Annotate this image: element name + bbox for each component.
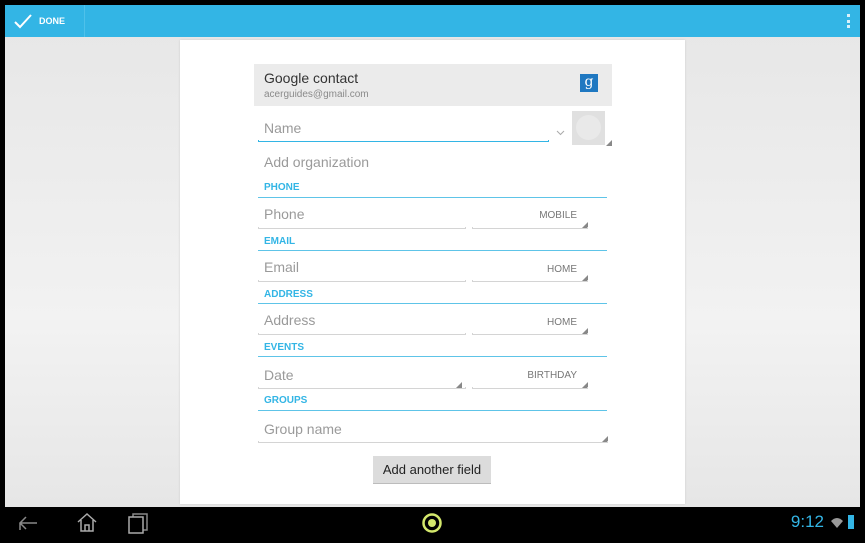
email-header: EMAIL [264, 236, 296, 247]
event-type-select[interactable]: BIRTHDAY [472, 370, 577, 381]
wifi-icon [831, 518, 843, 528]
back-icon[interactable] [17, 513, 39, 533]
app-launcher-icon[interactable] [421, 512, 443, 534]
navigation-bar: 9:12 [5, 507, 860, 538]
phone-input[interactable]: Phone [264, 206, 304, 222]
account-email: acerguides@gmail.com [264, 89, 369, 100]
add-organization[interactable]: Add organization [264, 154, 369, 170]
clock: 9:12 [790, 512, 824, 531]
divider [258, 250, 607, 251]
underline [258, 441, 608, 443]
divider [258, 303, 607, 304]
google-icon: g [580, 74, 598, 92]
account-type: Google contact [264, 70, 359, 86]
underline [258, 333, 466, 335]
group-name-input[interactable]: Group name [264, 421, 342, 437]
photo-dropdown-icon [606, 140, 612, 146]
divider [258, 197, 607, 198]
date-input[interactable]: Date [264, 367, 294, 383]
battery-icon [848, 515, 854, 529]
divider [258, 410, 607, 411]
address-input[interactable]: Address [264, 312, 315, 328]
home-icon[interactable] [76, 511, 98, 533]
underline [472, 333, 588, 335]
contact-editor-card: Google contact acerguides@gmail.com g Na… [180, 40, 685, 504]
underline [258, 280, 466, 282]
done-label: DONE [39, 16, 66, 26]
chevron-down-icon[interactable] [556, 130, 565, 136]
name-underline [258, 140, 549, 142]
contact-photo[interactable] [572, 111, 605, 145]
phone-header: PHONE [264, 182, 300, 193]
email-type-select[interactable]: HOME [472, 264, 577, 275]
email-input[interactable]: Email [264, 259, 299, 275]
overflow-menu-icon[interactable] [846, 14, 850, 28]
checkmark-icon [14, 14, 32, 29]
phone-type-select[interactable]: MOBILE [472, 210, 577, 221]
divider [258, 356, 607, 357]
underline [472, 387, 588, 389]
screen: DONE Google contact acerguides@gmail.com… [5, 5, 860, 538]
underline [472, 280, 588, 282]
address-header: ADDRESS [264, 289, 313, 300]
underline [472, 227, 588, 229]
account-header: Google contact acerguides@gmail.com g [254, 64, 612, 106]
add-another-field-button[interactable]: Add another field [373, 456, 491, 484]
done-button[interactable]: DONE [5, 5, 85, 37]
recent-apps-icon[interactable] [127, 512, 149, 534]
address-type-select[interactable]: HOME [472, 317, 577, 328]
events-header: EVENTS [264, 342, 305, 353]
underline [258, 387, 466, 389]
action-bar: DONE [5, 5, 860, 37]
name-input[interactable]: Name [264, 120, 301, 136]
groups-header: GROUPS [264, 395, 308, 406]
underline [258, 227, 466, 229]
